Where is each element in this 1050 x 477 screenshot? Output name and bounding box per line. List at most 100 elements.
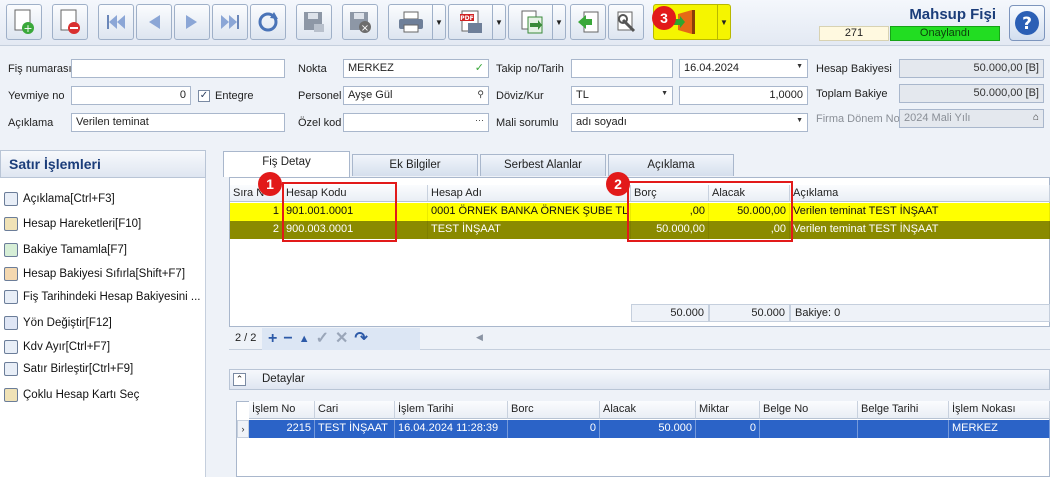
move-up-icon[interactable]: ▲ — [299, 330, 310, 348]
tab-fis-detay[interactable]: Fiş Detay — [223, 151, 350, 177]
doviz-select[interactable]: TL ▼ — [571, 86, 673, 105]
detail-col-islem-no[interactable]: İşlem No — [249, 401, 315, 419]
ozel-kod-field[interactable]: ··· — [343, 113, 489, 132]
confirm-icon[interactable]: ✓ — [316, 330, 329, 348]
detail-col-belge-no[interactable]: Belge No — [760, 401, 858, 419]
sidebar-item-kdv-ayir[interactable]: Kdv Ayır[Ctrl+F7] — [4, 337, 110, 357]
cell-sira: 2 — [230, 221, 283, 239]
highlight-box-1 — [282, 182, 397, 242]
fis-numarasi-field[interactable] — [71, 59, 285, 78]
check-icon: ✓ — [474, 62, 484, 74]
export-dropdown-arrow[interactable]: ▼ — [552, 4, 566, 40]
last-record-button[interactable] — [212, 4, 248, 40]
sidebar-item-label: Hesap Bakiyesi Sıfırla[Shift+F7] — [23, 268, 186, 280]
prev-record-button[interactable] — [136, 4, 172, 40]
chevron-down-icon[interactable]: ▼ — [661, 90, 668, 97]
detail-col-alacak[interactable]: Alacak — [600, 401, 696, 419]
pdf-button[interactable]: PDF — [448, 4, 492, 40]
new-icon: + — [14, 9, 34, 35]
kur-field[interactable]: 1,0000 — [679, 86, 808, 105]
status-badge: Onaylandı — [890, 26, 1000, 41]
details-title: Detaylar — [262, 373, 305, 385]
sidebar-item-label: Bakiye Tamamla[F7] — [23, 244, 127, 256]
reset-icon — [4, 267, 18, 281]
yevmiye-label: Yevmiye no — [8, 90, 65, 102]
toplam-bakiye-value: 50.000,00 [B] — [899, 84, 1044, 103]
cell-aciklama: Verilen teminat TEST İNŞAAT — [790, 203, 1050, 221]
next-record-button[interactable] — [174, 4, 210, 40]
remove-row-icon[interactable]: − — [283, 330, 292, 348]
personel-field[interactable]: Ayşe Gül ⚲ — [343, 86, 489, 105]
detail-col-belge-tarihi[interactable]: Belge Tarihi — [858, 401, 949, 419]
takip-no-field[interactable] — [571, 59, 673, 78]
import-button[interactable] — [570, 4, 606, 40]
first-record-button[interactable] — [98, 4, 134, 40]
sidebar-item-coklu-hesap[interactable]: Çoklu Hesap Kartı Seç — [4, 385, 139, 405]
detail-cell-belge-no — [760, 420, 858, 438]
cancel-changes-button[interactable]: × — [342, 4, 378, 40]
delete-button[interactable] — [52, 4, 88, 40]
sidebar-item-fis-tarihindeki[interactable]: Fiş Tarihindeki Hesap Bakiyesini ... — [4, 287, 200, 307]
cancel-icon: × — [350, 12, 371, 34]
sidebar-item-bakiye-tamamla[interactable]: Bakiye Tamamla[F7] — [4, 240, 127, 260]
hesap-bakiyesi-label: Hesap Bakiyesi — [816, 63, 892, 75]
tab-aciklama[interactable]: Açıklama — [608, 154, 734, 176]
sidebar-item-label: Satır Birleştir[Ctrl+F9] — [23, 363, 134, 375]
undo-icon[interactable]: ↷ — [354, 330, 367, 348]
ellipsis-icon[interactable]: ··· — [475, 115, 484, 125]
details-header[interactable]: Detaylar — [229, 369, 1050, 390]
detail-col-cari[interactable]: Cari — [315, 401, 395, 419]
detail-col-miktar[interactable]: Miktar — [696, 401, 760, 419]
nokta-field[interactable]: MERKEZ ✓ — [343, 59, 489, 78]
detail-cell-alacak: 50.000 — [600, 420, 696, 438]
tarih-field[interactable]: 16.04.2024 ▼ — [679, 59, 808, 78]
sidebar-item-label: Kdv Ayır[Ctrl+F7] — [23, 341, 111, 353]
tab-ek-bilgiler[interactable]: Ek Bilgiler — [352, 154, 478, 176]
new-button[interactable]: + — [6, 4, 42, 40]
print-dropdown-arrow[interactable]: ▼ — [432, 4, 446, 40]
help-button[interactable]: ? — [1009, 5, 1045, 41]
sidebar-item-yon-degistir[interactable]: Yön Değiştir[F12] — [4, 313, 112, 333]
personel-label: Personel — [298, 90, 342, 102]
detail-col-islem-noktasi[interactable]: İşlem Nokası — [949, 401, 1050, 419]
detail-col-borc[interactable]: Borc — [508, 401, 600, 419]
mali-sorumlu-select[interactable]: adı soyadı ▼ — [571, 113, 808, 132]
aciklama-field[interactable]: Verilen teminat — [71, 113, 285, 132]
ledger-icon — [4, 217, 18, 231]
sidebar-item-aciklama[interactable]: Açıklama[Ctrl+F3] — [4, 189, 115, 209]
save-button[interactable] — [296, 4, 332, 40]
row-indicator-icon: › — [237, 420, 249, 438]
sidebar-item-bakiye-sifirla[interactable]: Hesap Bakiyesi Sıfırla[Shift+F7] — [4, 264, 185, 284]
detail-row[interactable]: 2215 TEST İNŞAAT 16.04.2024 11:28:39 0 5… — [249, 420, 1050, 438]
fis-numarasi-label: Fiş numarası — [8, 63, 72, 75]
nav-buttons: + − ▲ ✓ ✕ ↷ — [262, 328, 420, 350]
tools-icon — [617, 11, 636, 33]
entegre-checkbox[interactable]: ✓ — [198, 90, 210, 102]
exit-dropdown-arrow[interactable]: ▼ — [717, 4, 731, 40]
detail-cell-belge-tarihi — [858, 420, 949, 438]
refresh-button[interactable] — [250, 4, 286, 40]
yevmiye-field[interactable]: 0 — [71, 86, 191, 105]
col-header-hesap-adi[interactable]: Hesap Adı — [428, 185, 631, 202]
sidebar-item-hesap-hareketleri[interactable]: Hesap Hareketleri[F10] — [4, 214, 141, 234]
pdf-dropdown-arrow[interactable]: ▼ — [492, 4, 506, 40]
cancel-row-icon[interactable]: ✕ — [335, 330, 348, 348]
chevron-down-icon[interactable]: ▼ — [796, 117, 803, 124]
chevron-down-icon[interactable]: ▼ — [796, 63, 803, 70]
print-button[interactable] — [388, 4, 432, 40]
sidebar-item-label: Fiş Tarihindeki Hesap Bakiyesini ... — [23, 291, 201, 303]
tarih-value: 16.04.2024 — [684, 62, 740, 74]
firma-donem-field: 2024 Mali Yılı ⌂ — [899, 109, 1044, 128]
annotation-badge-1: 1 — [258, 172, 282, 196]
add-row-icon[interactable]: + — [268, 330, 277, 348]
scroll-left-icon[interactable]: ◀ — [476, 332, 483, 343]
annotation-badge-3: 3 — [652, 6, 676, 30]
col-header-aciklama[interactable]: Açıklama — [790, 185, 1050, 202]
tools-button[interactable] — [608, 4, 644, 40]
export-button[interactable] — [508, 4, 552, 40]
sidebar-item-satir-birlestir[interactable]: Satır Birleştir[Ctrl+F9] — [4, 359, 133, 379]
person-lookup-icon[interactable]: ⚲ — [477, 89, 484, 100]
tab-serbest-alanlar[interactable]: Serbest Alanlar — [480, 154, 606, 176]
detail-col-islem-tarihi[interactable]: İşlem Tarihi — [395, 401, 508, 419]
collapse-icon[interactable]: ⌃ — [233, 373, 246, 386]
